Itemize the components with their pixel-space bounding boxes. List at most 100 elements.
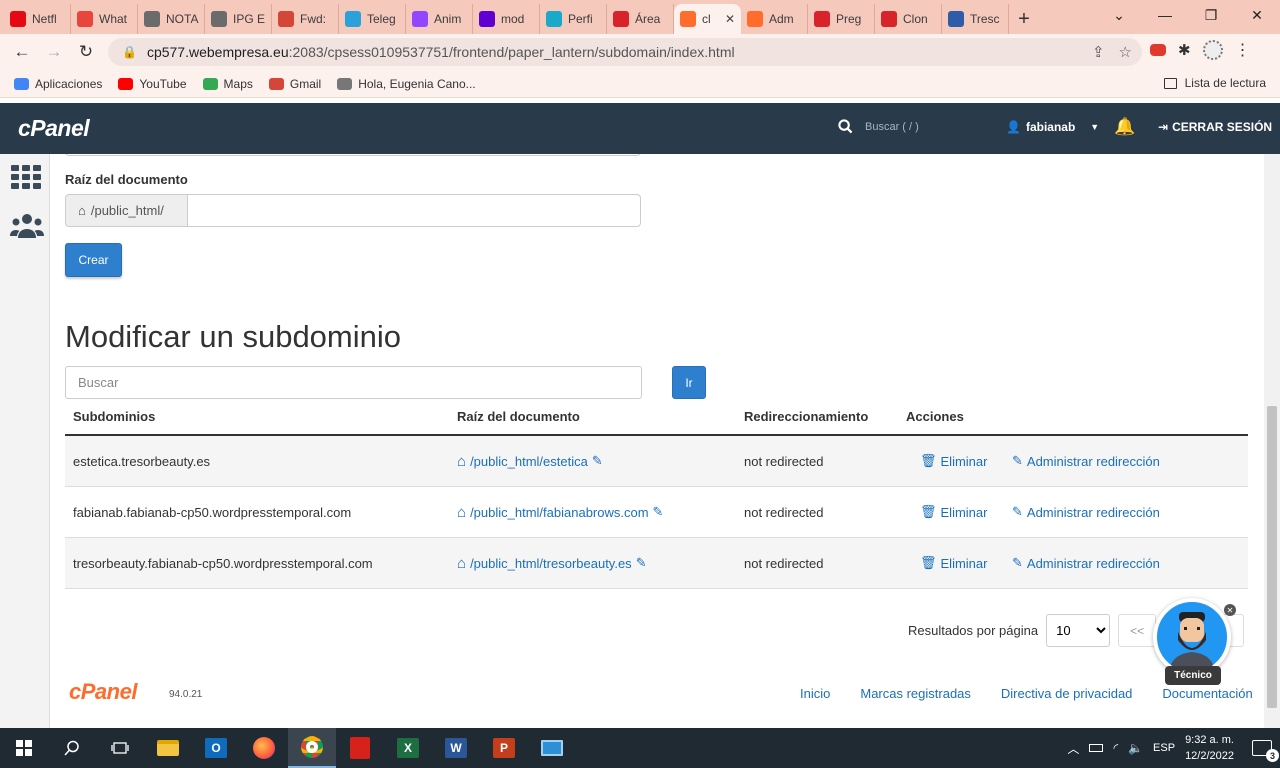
header-search[interactable]: Buscar ( / ) <box>838 119 919 134</box>
per-page-select[interactable]: 10 <box>1046 614 1111 647</box>
bookmark-item[interactable]: Aplicaciones <box>14 77 102 91</box>
pencil-icon[interactable]: ✎ <box>653 504 664 520</box>
clock[interactable]: 9:32 a. m. 12/2/2022 <box>1185 732 1234 764</box>
doc-root-link[interactable]: ⌂/public_html/estetica ✎ <box>457 453 603 470</box>
browser-tab[interactable]: Área <box>607 4 674 34</box>
volume-icon[interactable]: 🔈 <box>1128 741 1143 755</box>
manage-redirect-button[interactable]: ✎ Administrar redirección <box>1012 555 1160 571</box>
wifi-icon[interactable]: ◜ <box>1113 741 1118 755</box>
col-actions: Acciones <box>906 408 964 424</box>
footer-link-docs[interactable]: Documentación <box>1162 686 1252 701</box>
browser-tab[interactable]: Anim <box>406 4 473 34</box>
footer-cpanel-logo[interactable]: cPanel <box>69 679 137 705</box>
remote-desktop-icon[interactable] <box>528 728 576 768</box>
browser-tab[interactable]: Fwd: <box>272 4 339 34</box>
bookmark-item[interactable]: YouTube <box>118 77 187 91</box>
extension-red-icon[interactable] <box>1150 44 1166 56</box>
chrome-icon[interactable] <box>288 728 336 768</box>
battery-icon[interactable] <box>1089 744 1104 752</box>
subdomains-table: Subdominios Raíz del documento Redirecci… <box>65 398 1248 589</box>
subdomain-search-input[interactable] <box>65 366 642 399</box>
browser-tab[interactable]: Netfl <box>4 4 71 34</box>
browser-tab[interactable]: IPG E <box>205 4 272 34</box>
chat-close-icon[interactable]: ✕ <box>1224 604 1236 616</box>
col-redirect[interactable]: Redireccionamiento <box>744 409 868 424</box>
browser-tab[interactable]: NOTA <box>138 4 205 34</box>
bookmark-star-icon[interactable]: ☆ <box>1119 43 1132 61</box>
perfil-icon <box>546 11 562 27</box>
apps-grid-icon[interactable] <box>10 164 42 193</box>
pencil-icon[interactable]: ✎ <box>636 555 647 571</box>
menu-kebab-icon[interactable]: ⋮ <box>1235 40 1251 60</box>
browser-tab[interactable]: Perfi <box>540 4 607 34</box>
tab-search-icon[interactable]: ⌄ <box>1096 0 1142 30</box>
scrollbar[interactable] <box>1264 154 1280 728</box>
cpanel-icon <box>747 11 763 27</box>
tab-close-icon[interactable]: ✕ <box>725 12 735 26</box>
minimize-icon[interactable]: — <box>1142 0 1188 30</box>
browser-tab[interactable]: mod <box>473 4 540 34</box>
acrobat-icon[interactable] <box>336 728 384 768</box>
users-icon[interactable] <box>10 212 44 243</box>
share-icon[interactable]: ⇪ <box>1092 43 1105 61</box>
browser-tab[interactable]: Adm <box>741 4 808 34</box>
reading-list[interactable]: Lista de lectura <box>1163 76 1266 90</box>
doc-root-link[interactable]: ⌂/public_html/fabianabrows.com ✎ <box>457 504 663 521</box>
cpanel-logo[interactable]: cPanel <box>18 115 90 142</box>
col-doc-root[interactable]: Raíz del documento <box>457 409 580 424</box>
restore-icon[interactable]: ❐ <box>1188 0 1234 30</box>
create-button[interactable]: Crear <box>65 243 122 277</box>
doc-root-link[interactable]: ⌂/public_html/tresorbeauty.es ✎ <box>457 555 647 572</box>
doc-root-input[interactable] <box>188 194 641 227</box>
browser-tab[interactable]: Tresc <box>942 4 1009 34</box>
close-window-icon[interactable]: ✕ <box>1234 0 1280 30</box>
excel-icon[interactable]: X <box>384 728 432 768</box>
browser-tab[interactable]: Clon <box>875 4 942 34</box>
subdomain-input-partial[interactable] <box>65 154 641 156</box>
bookmark-item[interactable]: Hola, Eugenia Cano... <box>337 77 476 91</box>
scrollbar-thumb[interactable] <box>1267 406 1277 708</box>
task-view-icon[interactable] <box>96 728 144 768</box>
outlook-icon[interactable]: O <box>192 728 240 768</box>
go-button[interactable]: Ir <box>672 366 706 399</box>
powerpoint-icon[interactable]: P <box>480 728 528 768</box>
notifications-icon[interactable]: 3 <box>1252 740 1279 762</box>
manage-redirect-button[interactable]: ✎ Administrar redirección <box>1012 504 1160 520</box>
language-indicator[interactable]: ESP <box>1153 742 1175 754</box>
back-icon[interactable]: ← <box>6 36 38 68</box>
chat-widget[interactable]: ✕ Técnico <box>1153 598 1236 688</box>
user-menu[interactable]: 👤 fabianab ▼ <box>1006 120 1099 134</box>
bookmark-item[interactable]: Gmail <box>268 77 321 91</box>
pencil-icon[interactable]: ✎ <box>592 453 603 469</box>
word-icon[interactable]: W <box>432 728 480 768</box>
new-tab-icon[interactable]: + <box>1009 4 1039 34</box>
footer-link-privacy[interactable]: Directiva de privacidad <box>1001 686 1133 701</box>
manage-redirect-button[interactable]: ✎ Administrar redirección <box>1012 453 1160 469</box>
firefox-icon[interactable] <box>240 728 288 768</box>
bell-icon[interactable]: 🔔 <box>1114 117 1135 137</box>
windows-start-icon[interactable] <box>0 728 48 768</box>
browser-tab[interactable]: cl ✕ <box>674 4 741 34</box>
chat-avatar[interactable] <box>1153 598 1231 676</box>
browser-tab[interactable]: Teleg <box>339 4 406 34</box>
extensions-puzzle-icon[interactable]: ✱ <box>1178 41 1191 59</box>
taskbar-search-icon[interactable] <box>48 728 96 768</box>
delete-button[interactable]: 🗑 Eliminar <box>920 504 987 520</box>
col-subdomains[interactable]: Subdominios <box>73 409 155 424</box>
url-bar[interactable]: 🔒 cp577.webempresa.eu:2083/cpsess0109537… <box>108 38 1142 66</box>
reload-icon[interactable]: ↻ <box>70 36 102 68</box>
footer-link-home[interactable]: Inicio <box>800 686 830 701</box>
tray-expand-icon[interactable]: ︿ <box>1067 740 1079 757</box>
profile-avatar[interactable] <box>1202 40 1223 60</box>
browser-tab[interactable]: Preg <box>808 4 875 34</box>
first-page-button[interactable]: << <box>1118 614 1157 647</box>
forward-icon[interactable]: → <box>38 36 70 68</box>
gmail-icon <box>278 11 294 27</box>
delete-button[interactable]: 🗑 Eliminar <box>920 555 987 571</box>
logout-button[interactable]: ⇥ CERRAR SESIÓN <box>1158 120 1272 134</box>
bookmark-item[interactable]: Maps <box>202 77 253 91</box>
file-explorer-icon[interactable] <box>144 728 192 768</box>
browser-tab[interactable]: What <box>71 4 138 34</box>
delete-button[interactable]: 🗑 Eliminar <box>920 453 987 469</box>
footer-link-trademarks[interactable]: Marcas registradas <box>860 686 971 701</box>
